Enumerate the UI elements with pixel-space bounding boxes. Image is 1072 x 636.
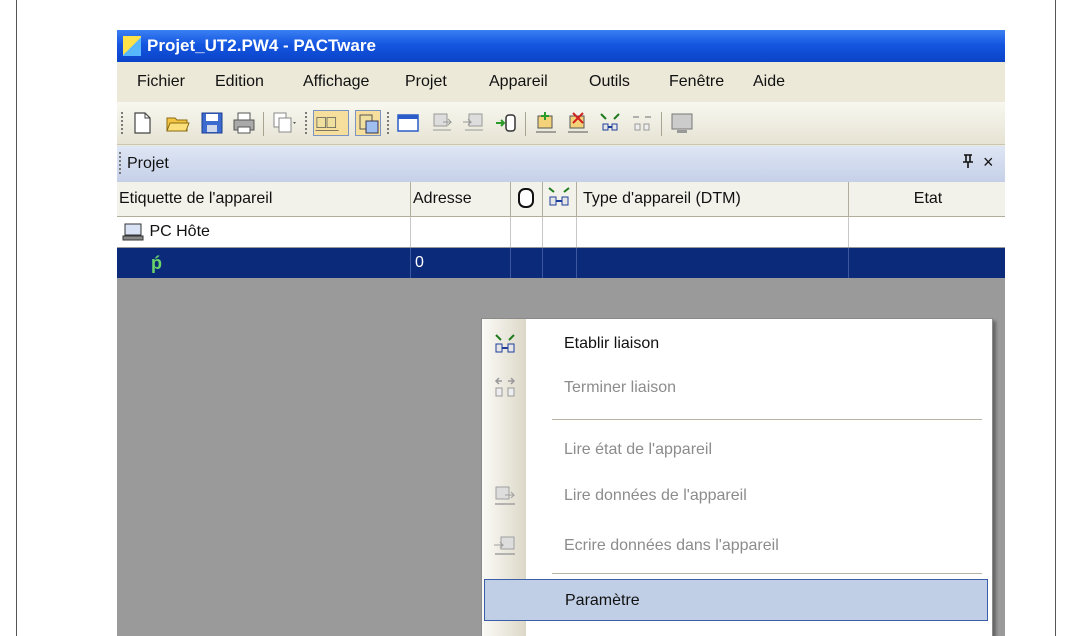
row-connection-cell (543, 217, 577, 247)
menu-edition[interactable]: Edition (215, 73, 264, 91)
col-header-state[interactable]: Etat (849, 182, 1005, 216)
pc-host-icon (122, 223, 144, 241)
panel-title: Projet (127, 155, 169, 172)
connect-icon (548, 187, 570, 206)
menu-fichier[interactable]: Fichier (137, 73, 185, 91)
connect-icon (492, 331, 518, 357)
pin-icon[interactable] (961, 153, 975, 173)
toolbar-separator (263, 112, 264, 136)
table-row[interactable]: PC Hôte (117, 217, 1005, 247)
toolbar-grip[interactable] (305, 112, 307, 136)
menu-fenetre[interactable]: Fenêtre (669, 73, 724, 91)
disconnect-icon (492, 375, 518, 401)
col-header-channel[interactable] (511, 182, 543, 216)
row-type-cell (577, 217, 849, 247)
screen-icon[interactable] (669, 110, 695, 136)
menu-affichage[interactable]: Affichage (303, 73, 369, 91)
add-device-icon[interactable] (533, 110, 559, 136)
close-panel-icon[interactable]: × (983, 152, 994, 173)
menu-item-label: Etablir liaison (564, 335, 660, 352)
table-row[interactable]: ṕ 0 (117, 248, 1005, 278)
read-device-icon (492, 483, 518, 509)
menu-projet[interactable]: Projet (405, 73, 447, 91)
menu-item-terminer-liaison[interactable]: Terminer liaison (482, 367, 992, 409)
menu-separator (552, 573, 982, 574)
row-type-cell (577, 248, 849, 278)
row-state-cell (849, 248, 1005, 278)
new-document-icon[interactable] (129, 110, 155, 136)
row-connection-cell (543, 248, 577, 278)
disconnect-icon[interactable] (629, 110, 655, 136)
col-header-label[interactable]: Etiquette de l'appareil (117, 182, 411, 216)
menu-item-parametre[interactable]: Paramètre (484, 579, 988, 621)
menu-separator (552, 419, 982, 420)
col-header-connection[interactable] (543, 182, 577, 216)
catalog-view-icon[interactable] (355, 110, 381, 136)
connect-icon[interactable] (597, 110, 623, 136)
write-device-icon[interactable] (461, 110, 487, 136)
col-header-device-type[interactable]: Type d'appareil (DTM) (577, 182, 849, 216)
table-header: Etiquette de l'appareil Adresse Type d'a… (117, 182, 1005, 217)
row-label-cell: PC Hôte (117, 217, 411, 247)
print-icon[interactable] (231, 110, 257, 136)
menu-item-lire-etat[interactable]: Lire état de l'appareil (482, 429, 992, 471)
toolbar-grip[interactable] (387, 112, 389, 136)
read-device-icon[interactable] (429, 110, 455, 136)
cylinder-icon (518, 188, 534, 208)
figure-frame: Projet_UT2.PW4 - PACTware Fichier Editio… (16, 0, 1056, 636)
write-device-icon (492, 533, 518, 559)
menu-appareil[interactable]: Appareil (489, 73, 548, 91)
menu-item-label: Lire données de l'appareil (564, 487, 747, 504)
connect-device-icon[interactable] (493, 110, 519, 136)
device-icon: ṕ (151, 253, 162, 273)
row-channel-cell (511, 248, 543, 278)
col-header-address[interactable]: Adresse (411, 182, 511, 216)
panel-grip[interactable] (119, 152, 121, 176)
menu-item-label: Lire état de l'appareil (564, 441, 713, 458)
app-icon (123, 36, 141, 56)
row-state-cell (849, 217, 1005, 247)
project-view-icon[interactable] (313, 110, 349, 136)
toolbar-separator (661, 112, 662, 136)
menu-bar: Fichier Edition Affichage Projet Apparei… (117, 62, 1005, 102)
row-channel-cell (511, 217, 543, 247)
menu-outils[interactable]: Outils (589, 73, 630, 91)
menu-aide[interactable]: Aide (753, 73, 785, 91)
menu-item-ecrire-donnees[interactable]: Ecrire données dans l'appareil (482, 525, 992, 567)
window-title: Projet_UT2.PW4 - PACTware (147, 36, 376, 55)
row-label: PC Hôte (149, 223, 210, 240)
delete-device-icon[interactable] (565, 110, 591, 136)
row-address-cell (411, 217, 511, 247)
row-address-cell: 0 (411, 248, 511, 278)
menu-item-label: Terminer liaison (564, 379, 677, 396)
pactware-window: Projet_UT2.PW4 - PACTware Fichier Editio… (117, 30, 1005, 636)
toolbar-separator (525, 112, 526, 136)
row-label-cell: ṕ (117, 248, 411, 278)
menu-item-lire-donnees[interactable]: Lire données de l'appareil (482, 475, 992, 517)
context-menu: Etablir liaison Terminer liaison Lire ét… (481, 318, 993, 636)
window-icon[interactable] (395, 110, 421, 136)
copy-dropdown-icon[interactable] (271, 110, 297, 136)
save-icon[interactable] (199, 110, 225, 136)
project-panel-header: Projet × (117, 146, 1005, 182)
toolbar-grip[interactable] (121, 112, 123, 136)
menu-item-etablir-liaison[interactable]: Etablir liaison (482, 323, 992, 365)
title-bar[interactable]: Projet_UT2.PW4 - PACTware (117, 30, 1005, 62)
menu-item-label: Ecrire données dans l'appareil (564, 537, 779, 554)
toolbar (117, 102, 1005, 145)
open-folder-icon[interactable] (165, 110, 191, 136)
menu-item-label: Paramètre (565, 592, 640, 609)
